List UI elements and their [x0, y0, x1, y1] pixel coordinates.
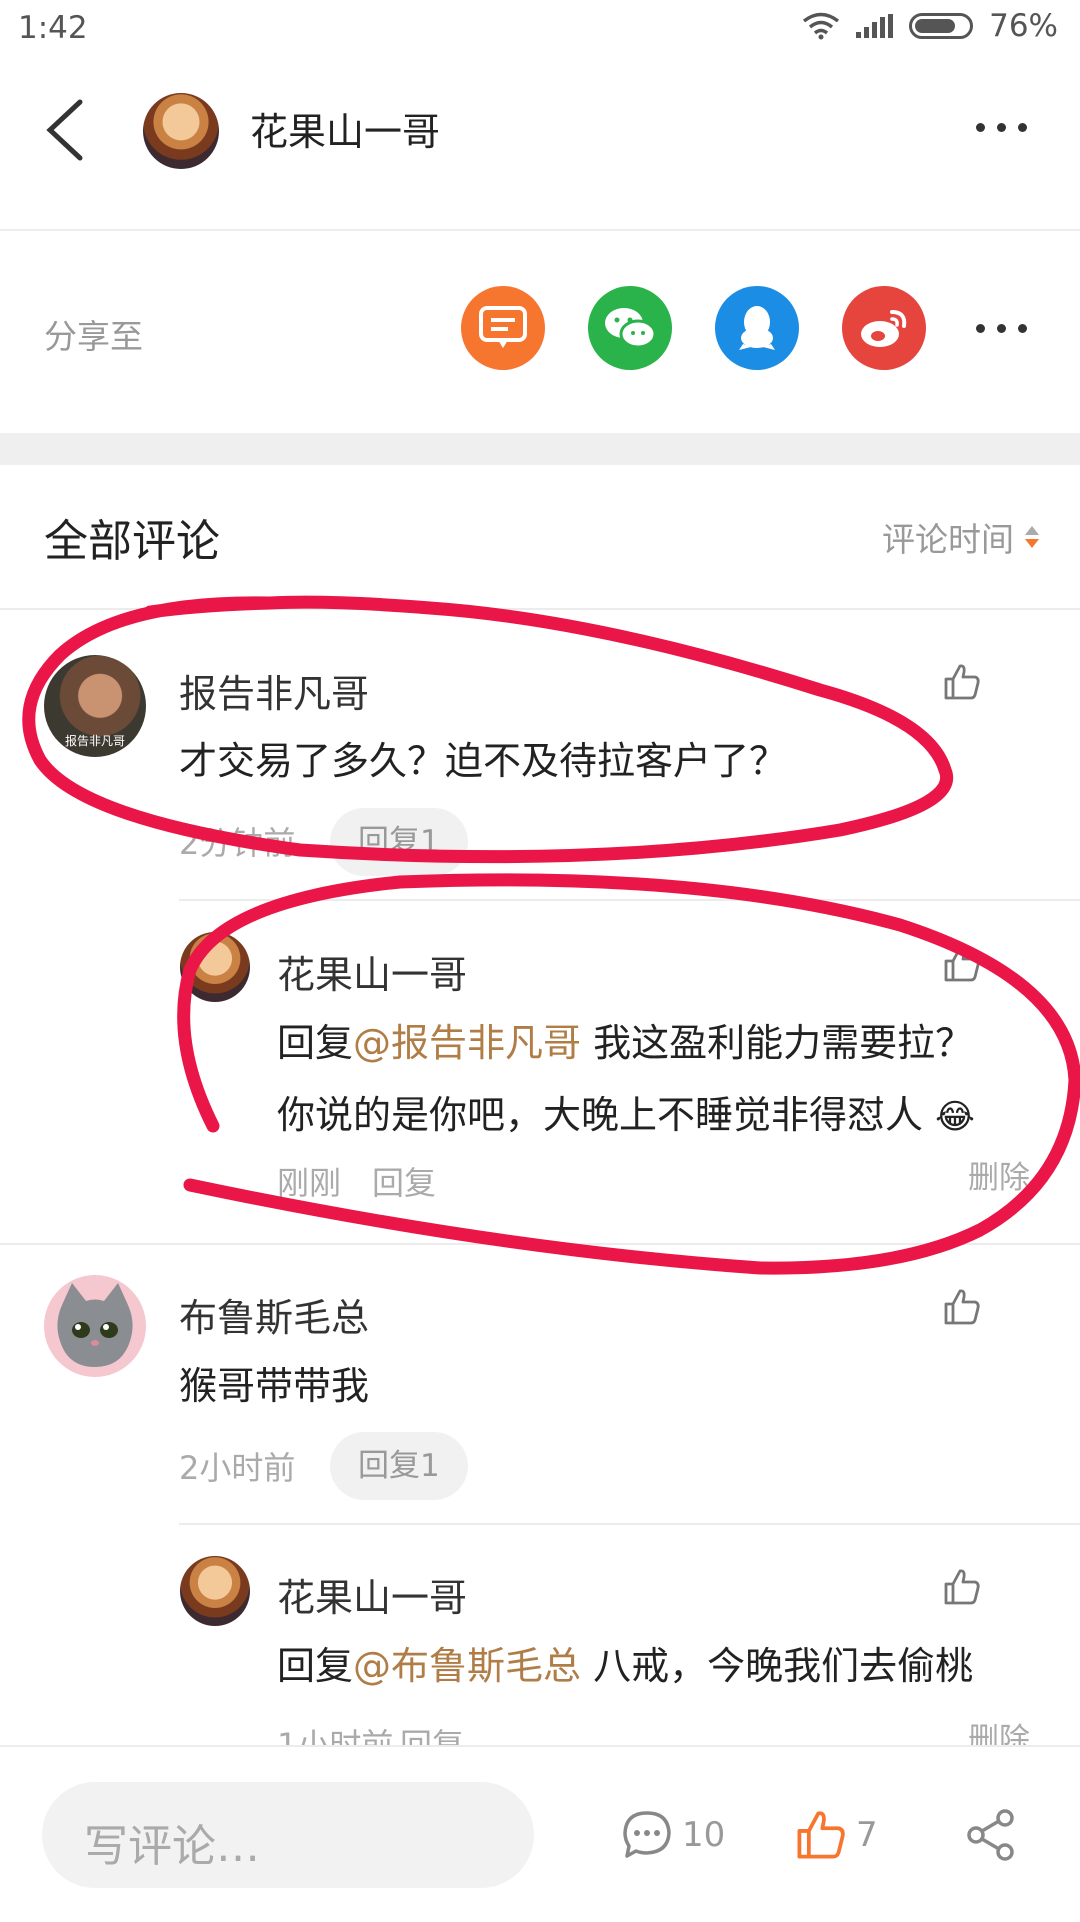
section-separator [0, 433, 1080, 465]
comment-bubble-icon [623, 1811, 671, 1858]
commenter-avatar[interactable]: 报告非凡哥 [44, 655, 146, 757]
header-divider [0, 229, 1080, 231]
battery-percent: 76% [989, 8, 1058, 44]
thumbs-up-icon [797, 1811, 845, 1859]
reply-button[interactable]: 回复 [372, 1158, 436, 1204]
status-icons: 76% [802, 8, 1058, 44]
like-count: 7 [856, 1815, 878, 1855]
reply-text-line2: 你说的是你吧，大晚上不睡觉非得怼人 [277, 1093, 924, 1137]
like-icon[interactable] [942, 662, 982, 702]
commenter-avatar[interactable] [44, 1275, 146, 1377]
comments-button[interactable]: 10 [620, 1808, 725, 1862]
share-more-icon[interactable] [976, 324, 1027, 333]
comment-divider [0, 1243, 1080, 1245]
reply-text: 回复@报告非凡哥 我这盈利能力需要拉？ 你说的是你吧，大晚上不睡觉非得怼人 😂 [277, 1007, 1037, 1153]
weibo-share-button[interactable] [842, 286, 926, 370]
comment-time: 2分钟前 [179, 824, 296, 862]
mention-link[interactable]: @报告非凡哥 [353, 1021, 581, 1065]
sort-arrows-icon [1025, 526, 1039, 548]
like-icon[interactable] [942, 944, 982, 984]
message-icon [479, 306, 527, 348]
author-avatar[interactable] [143, 93, 219, 169]
comment-input-placeholder: 写评论… [84, 1821, 260, 1872]
reply-prefix: 回复 [277, 1021, 354, 1065]
like-icon[interactable] [942, 1567, 982, 1607]
wifi-icon [803, 12, 840, 40]
reply-author[interactable]: 花果山一哥 [277, 1567, 467, 1622]
qq-share-button[interactable] [715, 286, 799, 370]
section-divider [0, 608, 1080, 610]
laugh-cry-emoji: 😂 [935, 1097, 975, 1137]
comment-author[interactable]: 布鲁斯毛总 [179, 1287, 369, 1342]
comment-time: 2小时前 [179, 1449, 296, 1487]
cat-avatar-icon [57, 1283, 133, 1367]
comment-author[interactable]: 报告非凡哥 [179, 663, 369, 718]
share-icon[interactable] [965, 1808, 1017, 1862]
more-horizontal-icon[interactable] [976, 123, 1027, 132]
reply-author[interactable]: 花果山一哥 [277, 944, 467, 999]
wechat-icon [605, 308, 657, 349]
weibo-icon [861, 310, 907, 347]
reply-divider [179, 1523, 1080, 1525]
qq-icon [739, 306, 775, 350]
battery-icon [909, 13, 974, 39]
comment-count: 10 [682, 1815, 726, 1855]
mention-link[interactable]: @布鲁斯毛总 [353, 1644, 581, 1688]
wechat-share-button[interactable] [588, 286, 672, 370]
like-button[interactable]: 7 [794, 1808, 878, 1862]
delete-button[interactable]: 删除 [968, 1152, 1030, 1197]
sort-toggle[interactable]: 评论时间 [882, 513, 1040, 561]
reply-prefix: 回复 [277, 1644, 354, 1688]
chevron-left-icon[interactable] [42, 98, 88, 162]
message-share-button[interactable] [461, 286, 545, 370]
signal-icon [856, 14, 894, 38]
reply-count-button[interactable]: 回复1 [330, 808, 468, 876]
like-icon[interactable] [942, 1287, 982, 1327]
reply-divider [179, 899, 1080, 901]
reply-text-line1: 我这盈利能力需要拉？ [581, 1021, 974, 1065]
comment-text: 猴哥带带我 [179, 1364, 370, 1408]
reply-count-button[interactable]: 回复1 [330, 1432, 468, 1500]
avatar-caption: 报告非凡哥 [64, 734, 125, 748]
reply-text-line1: 八戒，今晚我们去偷桃 [581, 1644, 974, 1688]
section-title: 全部评论 [44, 516, 220, 567]
share-label: 分享至 [44, 317, 143, 356]
comment-text: 才交易了多久？迫不及待拉客户了？ [179, 739, 788, 783]
sort-label: 评论时间 [882, 520, 1014, 559]
reply-avatar[interactable] [180, 932, 250, 1002]
reply-avatar[interactable] [180, 1556, 250, 1626]
reply-text: 回复@布鲁斯毛总 八戒，今晚我们去偷桃 [277, 1630, 1037, 1702]
reply-time: 刚刚 [277, 1164, 342, 1202]
status-time: 1:42 [18, 10, 88, 46]
page-title: 花果山一哥 [250, 110, 441, 154]
